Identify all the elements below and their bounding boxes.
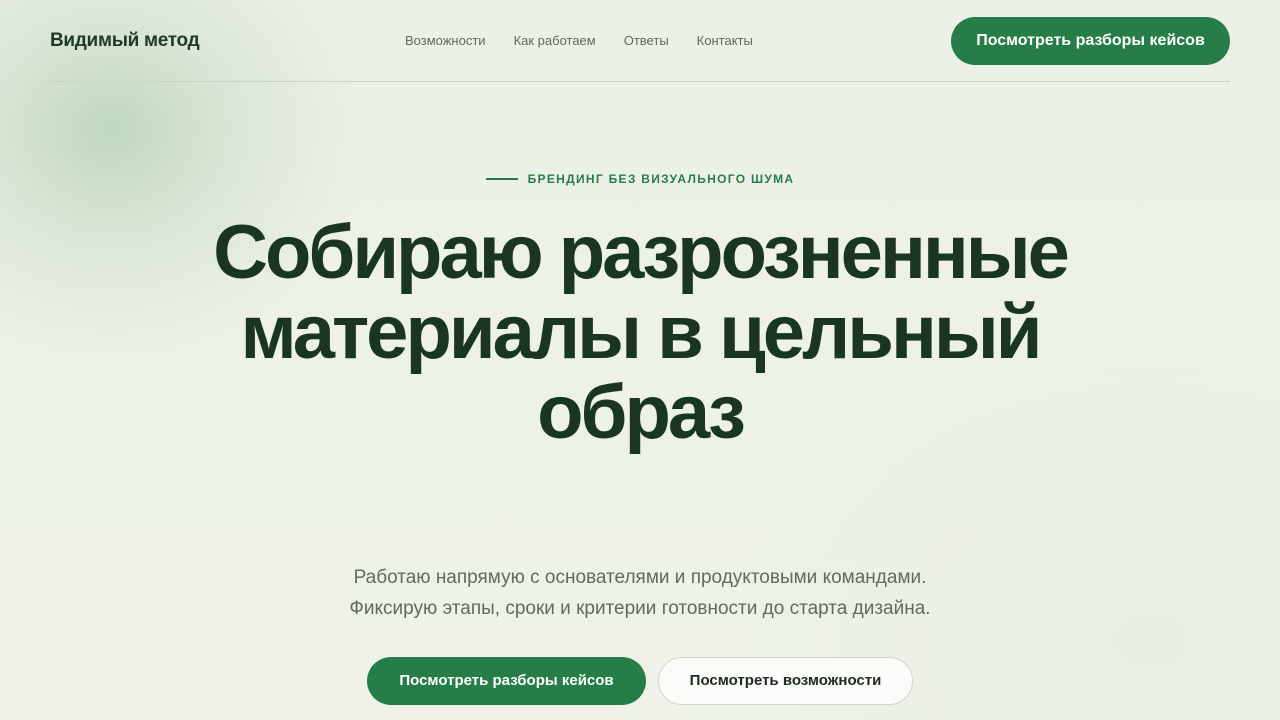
header-cases-button[interactable]: Посмотреть разборы кейсов — [951, 17, 1230, 65]
eyebrow-line — [485, 178, 518, 180]
nav-link-how-we-work[interactable]: Как работаем — [514, 33, 596, 48]
hero-subtitle-line-1: Работаю напрямую с основателями и продук… — [353, 567, 927, 588]
eyebrow-text: БРЕНДИНГ БЕЗ ВИЗУАЛЬНОГО ШУМА — [527, 172, 795, 186]
main-nav: Возможности Как работаем Ответы Контакты — [405, 33, 753, 48]
hero-cta-row: Посмотреть разборы кейсов Посмотреть воз… — [0, 657, 1280, 705]
eyebrow: БРЕНДИНГ БЕЗ ВИЗУАЛЬНОГО ШУМА — [0, 172, 1280, 186]
landing-page: Видимый метод Возможности Как работаем О… — [0, 0, 1280, 720]
nav-link-contacts[interactable]: Контакты — [697, 33, 753, 48]
hero-features-button[interactable]: Посмотреть возможности — [658, 657, 913, 705]
nav-link-answers[interactable]: Ответы — [624, 33, 669, 48]
hero-headline: Собираю разрозненные материалы в цельный… — [213, 210, 1070, 455]
hero-subtitle-line-2: Фиксирую этапы, сроки и критерии готовно… — [349, 598, 931, 619]
site-header: Видимый метод Возможности Как работаем О… — [50, 0, 1230, 82]
hero-subtitle: Работаю напрямую с основателями и продук… — [240, 562, 1040, 624]
logo[interactable]: Видимый метод — [50, 30, 200, 52]
nav-link-features[interactable]: Возможности — [405, 33, 486, 48]
hero-cases-button[interactable]: Посмотреть разборы кейсов — [367, 657, 646, 705]
